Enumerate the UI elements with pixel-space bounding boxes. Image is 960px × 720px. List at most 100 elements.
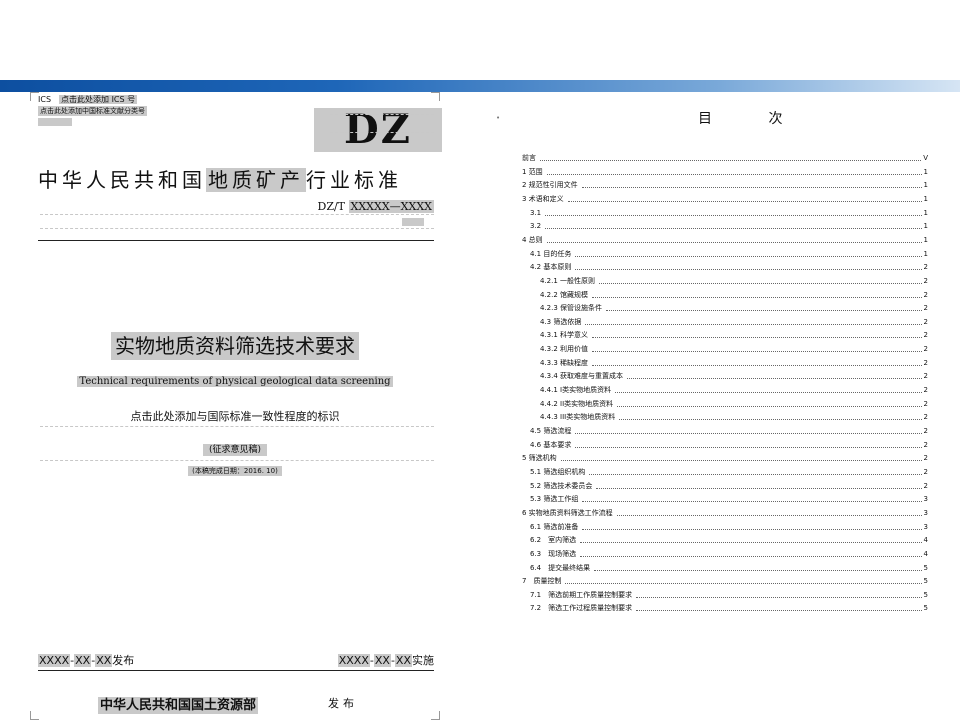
toc-leader-dots <box>599 278 922 284</box>
toc-leader-dots <box>627 373 922 380</box>
toc-leader-dots <box>540 155 922 161</box>
toc-entry-label: 4.4.2 II类实物地质资料 <box>540 399 614 408</box>
toc-entry[interactable]: 4.5 筛选流程 2 <box>522 425 928 437</box>
toc-entry[interactable]: 6.3 现场筛选 4 <box>522 548 928 560</box>
title-en-text[interactable]: Technical requirements of physical geolo… <box>77 376 393 387</box>
toc-entry-page: 5 <box>923 563 928 572</box>
toc-entry[interactable]: 6.1 筛选前准备 3 <box>522 521 928 533</box>
title-cn-text[interactable]: 实物地质资料筛选技术要求 <box>111 332 359 360</box>
toc-leader-dots <box>592 332 922 339</box>
toc-entry[interactable]: 4.3 筛选依据 2 <box>522 316 928 328</box>
toc-entry-page: 2 <box>923 304 928 313</box>
toc-leader-dots <box>575 251 922 257</box>
toc-entry-label: 4.3 筛选依据 <box>540 317 582 326</box>
toc-entry[interactable]: 7.2 筛选工作过程质量控制要求 5 <box>522 602 928 614</box>
toc-entry-page: 3 <box>923 522 928 531</box>
toc-entry-page: 2 <box>923 399 928 408</box>
toc-entry[interactable]: 1 范围 1 <box>522 166 928 178</box>
footer-rule <box>38 670 434 671</box>
toc-entry[interactable]: 6.4 提交最终结果 5 <box>522 562 928 574</box>
toc-entry-page: 2 <box>923 467 928 476</box>
toc-entry-page: 2 <box>923 386 928 395</box>
toc-entry[interactable]: 5 筛选机构 2 <box>522 452 928 464</box>
implement-day[interactable]: XX <box>394 654 412 667</box>
std-code-value[interactable]: XXXXX—XXXX <box>348 200 434 213</box>
toc-entry[interactable]: 5.3 筛选工作组 3 <box>522 493 928 505</box>
toc-leader-dots <box>592 360 922 366</box>
std-field[interactable]: 地质矿产 <box>206 168 306 192</box>
publish-month[interactable]: XX <box>74 654 92 667</box>
toc-entry-label: 4.3.3 稀缺程度 <box>540 358 589 367</box>
toc-entry[interactable]: 4.4.2 II类实物地质资料 2 <box>522 398 928 410</box>
toc-entry[interactable]: 4.4.3 III类实物地质资料 2 <box>522 411 928 423</box>
toc-entry[interactable]: 4.3.4 获取难度与重置成本 2 <box>522 370 928 382</box>
toc-entry[interactable]: 4.2.2 馆藏规模 2 <box>522 289 928 301</box>
std-class-placeholder[interactable]: 点击此处添加中国标准文献分类号 <box>38 106 147 116</box>
toc-entry-page: 1 <box>923 222 928 231</box>
toc-entry[interactable]: 4.2.3 保管设施条件 2 <box>522 302 928 314</box>
toc-entry[interactable]: 4 总则 1 <box>522 234 928 246</box>
toc-entry[interactable]: 3.1 1 <box>522 207 928 219</box>
publish-year[interactable]: XXXX <box>38 654 71 667</box>
toc-entry-label: 6 实物地质资料筛选工作流程 <box>522 508 613 517</box>
toc-entry[interactable]: 4.3.2 利用价值 2 <box>522 343 928 355</box>
toc-entry-label: 5.2 筛选技术委员会 <box>530 481 593 490</box>
toc-entry[interactable]: 3 术语和定义 1 <box>522 193 928 205</box>
toc-entry[interactable]: 3.2 1 <box>522 220 928 232</box>
toc-entry[interactable]: 7.1 筛选前期工作质量控制要求 5 <box>522 589 928 601</box>
toc-leader-dots <box>619 414 922 421</box>
paragraph-mark: • <box>496 114 501 122</box>
ics-placeholder[interactable]: 点击此处添加 ICS 号 <box>59 95 138 104</box>
toc-leader-dots <box>581 182 922 189</box>
toc-entry-page: 2 <box>923 263 928 272</box>
toc-leader-dots <box>545 210 922 216</box>
std-code-prefix: DZ/T <box>317 200 346 213</box>
toc-entry[interactable]: 4.3.1 科学意义 2 <box>522 329 928 341</box>
toc-entry[interactable]: 4.3.3 稀缺程度 2 <box>522 357 928 369</box>
completion-date-text[interactable]: (本稿完成日期：2016. 10) <box>188 466 282 476</box>
toc-entry-label: 7.2 筛选工作过程质量控制要求 <box>530 604 633 613</box>
ics-line: ICS 点击此处添加 ICS 号 <box>38 94 138 105</box>
replace-std-placeholder[interactable] <box>402 218 424 226</box>
identity-placeholder[interactable]: 点击此处添加与国际标准一致性程度的标识 <box>30 408 440 424</box>
draft-label: (征求意见稿) <box>30 442 440 456</box>
toc-entry[interactable]: 7 质量控制 5 <box>522 575 928 587</box>
toc-entry[interactable]: 4.1 目的任务 1 <box>522 248 928 260</box>
toc-title: 目 次 <box>698 111 809 127</box>
toc-entry[interactable]: 前言 V <box>522 152 928 164</box>
toc-entry-page: 2 <box>923 440 928 449</box>
toc-leader-dots <box>582 496 922 503</box>
toc-entry[interactable]: 5.1 筛选组织机构 2 <box>522 466 928 478</box>
publish-word: 发布 <box>328 697 358 710</box>
toc-entry[interactable]: 4.2.1 一般性原则 2 <box>522 275 928 287</box>
toc-entry[interactable]: 6.2 室内筛选 4 <box>522 534 928 546</box>
draft-text[interactable]: (征求意见稿) <box>202 444 268 456</box>
implement-year[interactable]: XXXX <box>337 654 370 667</box>
toc-entry-label: 4.6 基本要求 <box>530 440 572 449</box>
implement-label: 实施 <box>412 654 434 667</box>
toc-entry-page: 2 <box>923 427 928 435</box>
toc-leader-dots <box>592 292 922 298</box>
publish-day[interactable]: XX <box>95 654 113 667</box>
toc-entry[interactable]: 4.4.1 I类实物地质资料 2 <box>522 384 928 396</box>
toc-leader-dots <box>596 483 922 489</box>
toc-leader-dots <box>592 346 922 353</box>
standard-number: DZ/T XXXXX—XXXX <box>317 200 434 213</box>
header-rule <box>38 240 434 241</box>
toc-entry[interactable]: 4.2 基本原则 2 <box>522 261 928 273</box>
toc-entry-page: V <box>923 154 928 162</box>
empty-field-placeholder[interactable] <box>38 118 72 126</box>
toc-entry[interactable]: 4.6 基本要求 2 <box>522 439 928 451</box>
toc-entry[interactable]: 2 规范性引用文件 1 <box>522 179 928 191</box>
toc-entry-page: 1 <box>923 208 928 217</box>
implement-month[interactable]: XX <box>373 654 391 667</box>
toc-entry[interactable]: 6 实物地质资料筛选工作流程 3 <box>522 507 928 519</box>
toc-entry[interactable]: 5.2 筛选技术委员会 2 <box>522 480 928 492</box>
toc-entry-page: 2 <box>923 481 928 490</box>
toc-entry-page: 2 <box>923 331 928 340</box>
slide-header-bar <box>0 80 960 92</box>
toc-leader-dots <box>546 237 922 243</box>
toc-leader-dots <box>575 428 922 434</box>
ministry-text[interactable]: 中华人民共和国国土资源部 <box>98 697 259 714</box>
toc-entry-label: 7.1 筛选前期工作质量控制要求 <box>530 590 633 599</box>
